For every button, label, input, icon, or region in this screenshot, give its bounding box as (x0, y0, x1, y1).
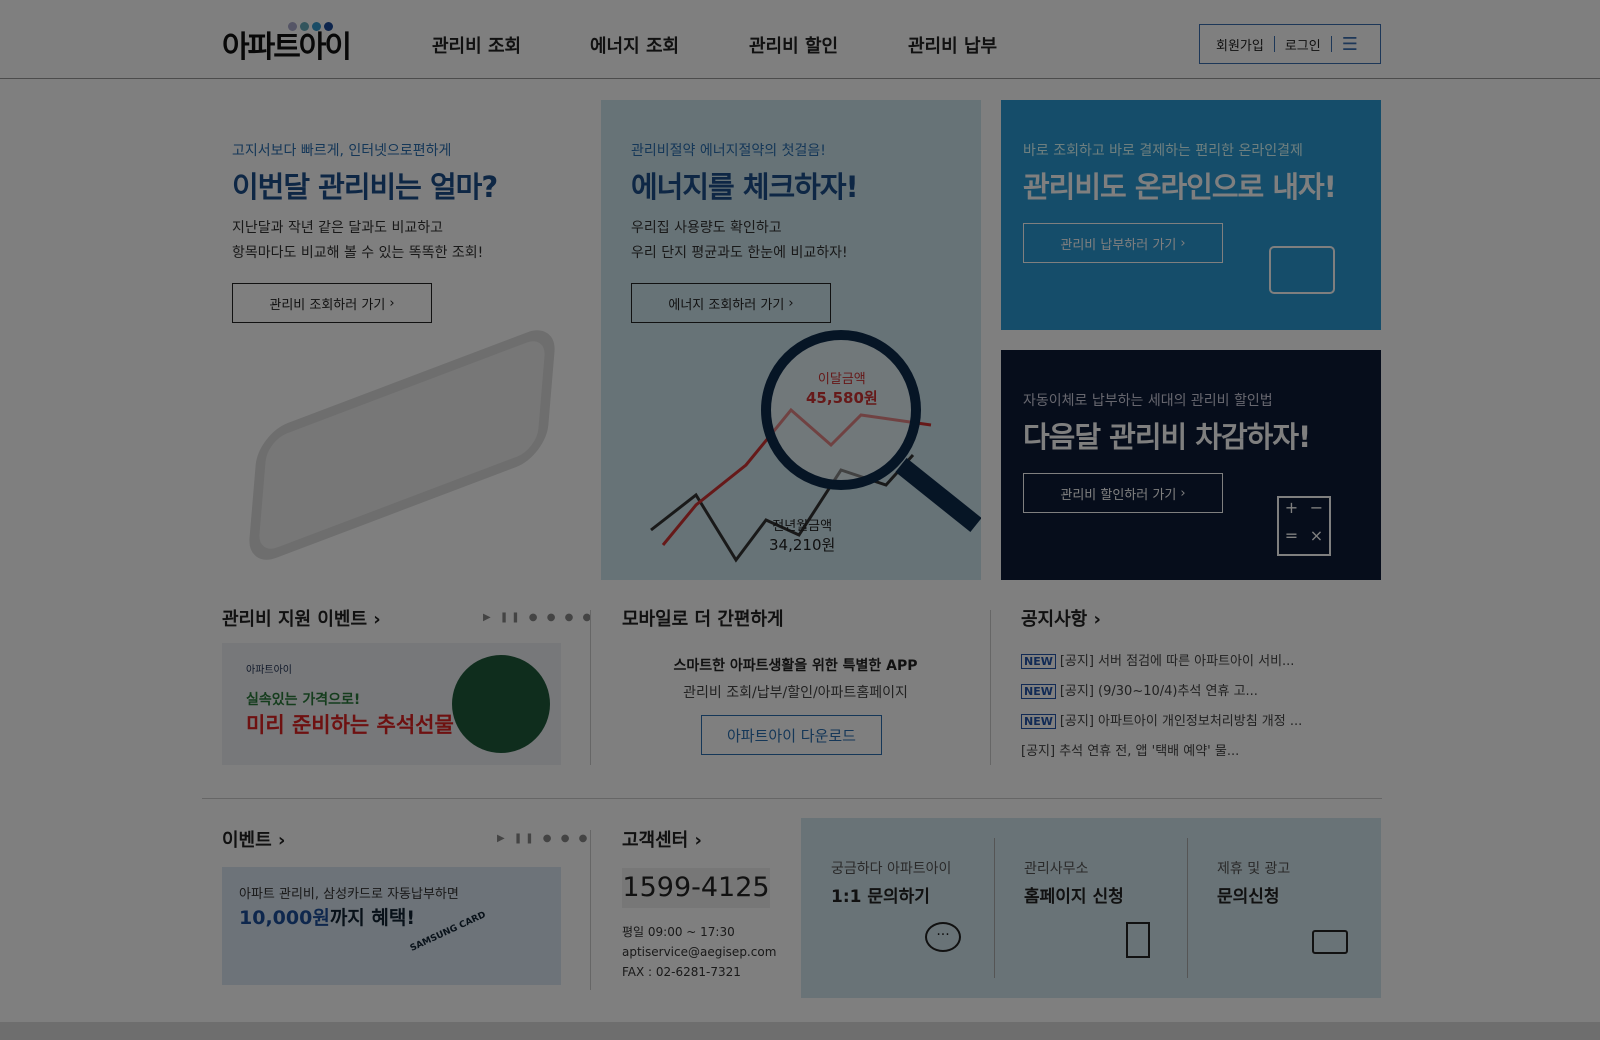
nav-energy[interactable]: 에너지 조회 (590, 32, 679, 58)
building-icon (1126, 922, 1150, 958)
phone-illustration (246, 320, 558, 570)
notice-item[interactable]: NEW [공지] (9/30~10/4)추석 연휴 고... (1021, 677, 1302, 707)
card-sub: 고지서보다 빠르게, 인터넷으로편하게 (232, 143, 452, 159)
quick-inquiry[interactable]: 궁금하다 아파트아이 1:1 문의하기 (831, 858, 951, 907)
notice-item[interactable]: [공지] 추석 연휴 전, 앱 '택배 예약' 물... (1021, 737, 1302, 767)
card-title: 이번달 관리비는 얼마? (232, 170, 498, 204)
mobile-title: 모바일로 더 간편하게 (622, 609, 784, 630)
quick-homepage[interactable]: 관리사무소 홈페이지 신청 (1024, 858, 1124, 907)
footer-bar (0, 1022, 1600, 1040)
card-sub: 관리비절약 에너지절약의 첫걸음! (631, 143, 826, 159)
energy-inquiry-button[interactable]: 에너지 조회하러 가기 › (631, 283, 831, 323)
notices-title[interactable]: 공지사항 › (1021, 605, 1101, 631)
card-sub: 자동이체로 납부하는 세대의 관리비 할인법 (1023, 393, 1273, 409)
chat-icon: ··· (925, 922, 961, 952)
payment-card: 바로 조회하고 바로 결제하는 편리한 온라인결제 관리비도 온라인으로 내자!… (1001, 100, 1381, 330)
cs-phone: 1599-4125 (622, 868, 770, 908)
nav-payment[interactable]: 관리비 납부 (908, 32, 997, 58)
new-badge: NEW (1021, 714, 1056, 729)
discount-button[interactable]: 관리비 할인하러 가기 › (1023, 473, 1223, 513)
cs-title[interactable]: 고객센터 › (622, 826, 702, 852)
notice-item[interactable]: NEW [공지] 서버 점검에 따른 아파트아이 서비... (1021, 647, 1302, 677)
card-desc: 지난달과 작년 같은 달과도 비교하고 항목마다도 비교해 볼 수 있는 똑똑한 … (232, 220, 484, 261)
bill-card: 고지서보다 빠르게, 인터넷으로편하게 이번달 관리비는 얼마? 지난달과 작년… (222, 100, 590, 580)
this-month-amount: 이달금액 45,580원 (806, 372, 878, 407)
payment-button[interactable]: 관리비 납부하러 가기 › (1023, 223, 1223, 263)
menu-icon[interactable]: ☰ (1342, 34, 1358, 55)
account-box: 회원가입 로그인 ☰ (1199, 24, 1381, 64)
logo-dots (288, 16, 336, 35)
quick-links: 궁금하다 아파트아이 1:1 문의하기 ··· 관리사무소 홈페이지 신청 제휴 및… (801, 818, 1381, 998)
card-title: 관리비도 온라인으로 내자! (1023, 170, 1337, 204)
nav-discount[interactable]: 관리비 할인 (749, 32, 838, 58)
last-year-amount: 전년월금액 34,210원 (769, 519, 836, 554)
card-sub: 바로 조회하고 바로 결제하는 편리한 온라인결제 (1023, 143, 1303, 159)
notice-list: NEW [공지] 서버 점검에 따른 아파트아이 서비... NEW [공지] (9… (1021, 647, 1302, 767)
calculator-icon: + − = × (1277, 496, 1331, 556)
keyboard-icon (1312, 930, 1348, 954)
event-pager[interactable]: ▶ ❚❚ ● ● ● (497, 833, 590, 844)
quick-ad[interactable]: 제휴 및 광고 문의신청 (1217, 858, 1290, 907)
app-download-button[interactable]: 아파트아이 다운로드 (701, 715, 882, 755)
card-payment-icon (1269, 246, 1335, 294)
login-link[interactable]: 로그인 (1285, 35, 1321, 54)
event-banner[interactable]: 아파트 관리비, 삼성카드로 자동납부하면 10,000원까지 혜택! SAMS… (222, 867, 561, 985)
new-badge: NEW (1021, 654, 1056, 669)
signup-link[interactable]: 회원가입 (1216, 35, 1264, 54)
event-title[interactable]: 이벤트 › (222, 826, 285, 852)
support-event-pager[interactable]: ▶ ❚❚ ● ● ● ● (483, 612, 594, 623)
mobile-line1: 스마트한 아파트생활을 위한 특별한 APP (673, 658, 918, 674)
support-event-title[interactable]: 관리비 지원 이벤트 › (222, 605, 381, 631)
mobile-line2: 관리비 조회/납부/할인/아파트홈페이지 (683, 685, 908, 701)
divider (202, 798, 1382, 799)
header: 아파트아이 관리비 조회 에너지 조회 관리비 할인 관리비 납부 회원가입 로… (0, 0, 1600, 79)
bill-inquiry-button[interactable]: 관리비 조회하러 가기 › (232, 283, 432, 323)
energy-card: 관리비절약 에너지절약의 첫걸음! 에너지를 체크하자! 우리집 사용량도 확인… (601, 100, 981, 580)
discount-card: 자동이체로 납부하는 세대의 관리비 할인법 다음달 관리비 차감하자! 관리비… (1001, 350, 1381, 580)
nav-bill[interactable]: 관리비 조회 (432, 32, 521, 58)
card-title: 에너지를 체크하자! (631, 170, 859, 204)
card-desc: 우리집 사용량도 확인하고 우리 단지 평균과도 한눈에 비교하자! (631, 220, 848, 261)
cs-info: 평일 09:00 ~ 17:30 aptiservice@aegisep.com F… (622, 925, 777, 979)
new-badge: NEW (1021, 684, 1056, 699)
support-event-banner[interactable]: 아파트아이 실속있는 가격으로! 미리 준비하는 추석선물 (222, 643, 561, 765)
notice-item[interactable]: NEW [공지] 아파트아이 개인정보처리방침 개정 ... (1021, 707, 1302, 737)
card-title: 다음달 관리비 차감하자! (1023, 420, 1311, 454)
